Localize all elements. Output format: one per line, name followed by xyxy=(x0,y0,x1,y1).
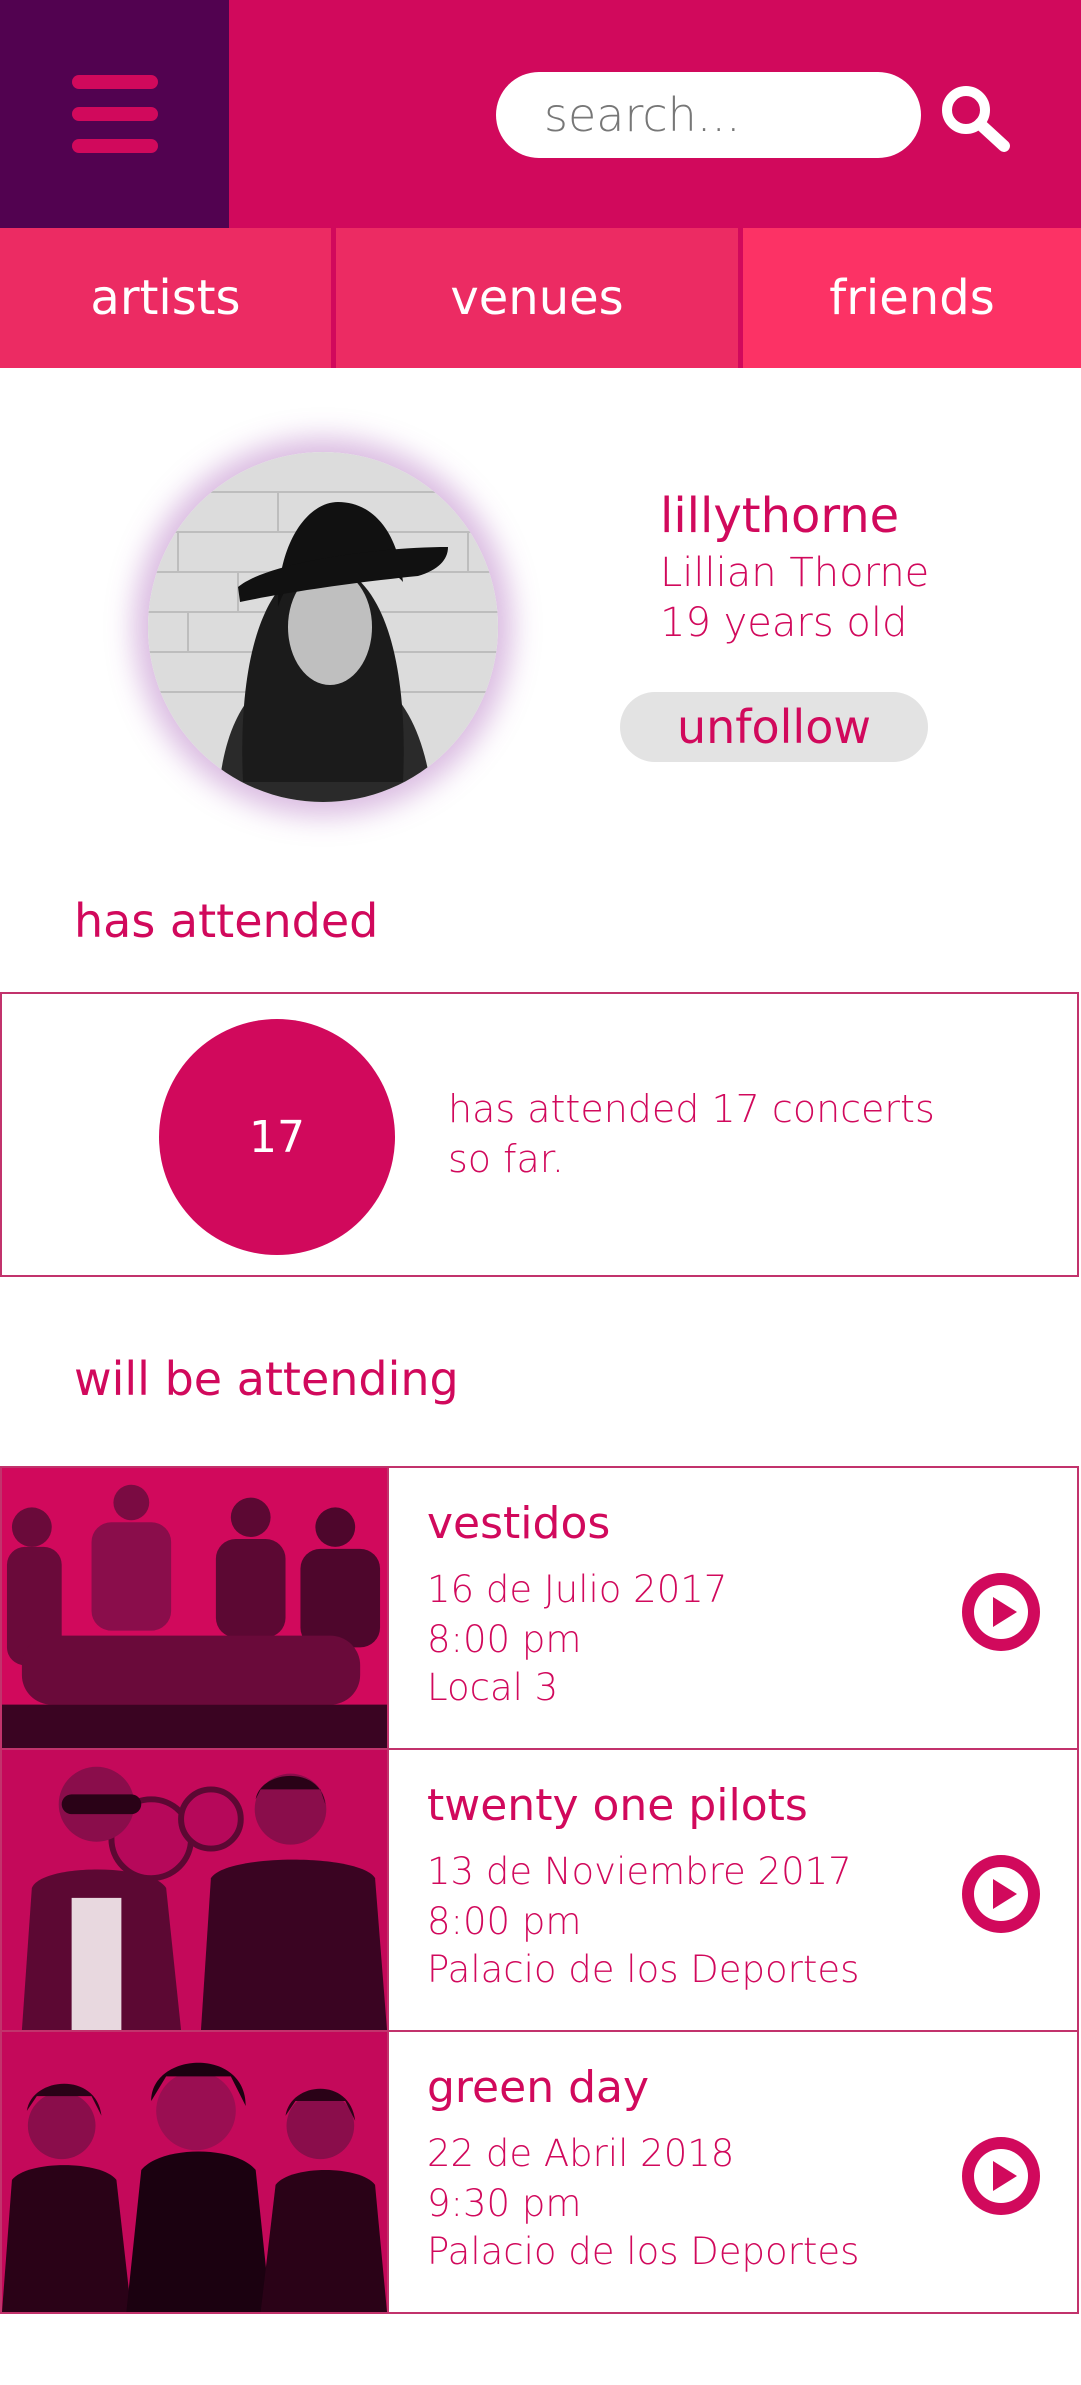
top-bar xyxy=(0,0,1081,228)
event-venue: Palacio de los Deportes xyxy=(427,2230,860,2273)
attended-description: has attended 17 concerts so far. xyxy=(448,1087,935,1181)
tab-artists[interactable]: artists xyxy=(0,228,336,368)
event-image xyxy=(2,1750,389,2030)
attended-count-badge: 17 xyxy=(159,1019,395,1255)
profile-full-name: Lillian Thorne xyxy=(660,550,930,596)
event-row[interactable]: green day 22 de Abril 2018 9:30 pm Palac… xyxy=(0,2030,1079,2314)
attended-card: 17 has attended 17 concerts so far. xyxy=(0,992,1079,1277)
event-name: vestidos xyxy=(427,1498,611,1549)
avatar xyxy=(148,452,498,802)
event-name: twenty one pilots xyxy=(427,1780,808,1831)
nav-tabs: artists venues friends xyxy=(0,228,1081,368)
attended-heading: has attended xyxy=(74,894,379,948)
profile-age: 19 years old xyxy=(660,600,908,646)
event-date: 13 de Noviembre 2017 xyxy=(427,1850,852,1893)
event-row[interactable]: twenty one pilots 13 de Noviembre 2017 8… xyxy=(0,1748,1079,2032)
tab-friends[interactable]: friends xyxy=(743,228,1081,368)
event-time: 8:00 pm xyxy=(427,1900,582,1943)
event-image xyxy=(2,1468,389,1748)
tab-venues[interactable]: venues xyxy=(336,228,743,368)
search-icon[interactable] xyxy=(938,82,1012,154)
hamburger-menu-icon xyxy=(71,75,158,153)
play-icon[interactable] xyxy=(962,1855,1040,1933)
upcoming-events-list: vestidos 16 de Julio 2017 8:00 pm Local … xyxy=(0,1466,1081,2314)
event-venue: Palacio de los Deportes xyxy=(427,1948,860,1991)
event-time: 8:00 pm xyxy=(427,1618,582,1661)
event-row[interactable]: vestidos 16 de Julio 2017 8:00 pm Local … xyxy=(0,1466,1079,1750)
event-date: 22 de Abril 2018 xyxy=(427,2132,735,2175)
search-input[interactable] xyxy=(496,72,921,158)
upcoming-heading: will be attending xyxy=(74,1352,459,1406)
event-image xyxy=(2,2032,389,2312)
menu-button[interactable] xyxy=(0,0,229,228)
event-date: 16 de Julio 2017 xyxy=(427,1568,728,1611)
play-icon[interactable] xyxy=(962,1573,1040,1651)
unfollow-button[interactable]: unfollow xyxy=(620,692,928,762)
event-name: green day xyxy=(427,2062,649,2113)
event-venue: Local 3 xyxy=(427,1666,559,1709)
profile-username: lillythorne xyxy=(660,488,900,544)
play-icon[interactable] xyxy=(962,2137,1040,2215)
event-time: 9:30 pm xyxy=(427,2182,582,2225)
